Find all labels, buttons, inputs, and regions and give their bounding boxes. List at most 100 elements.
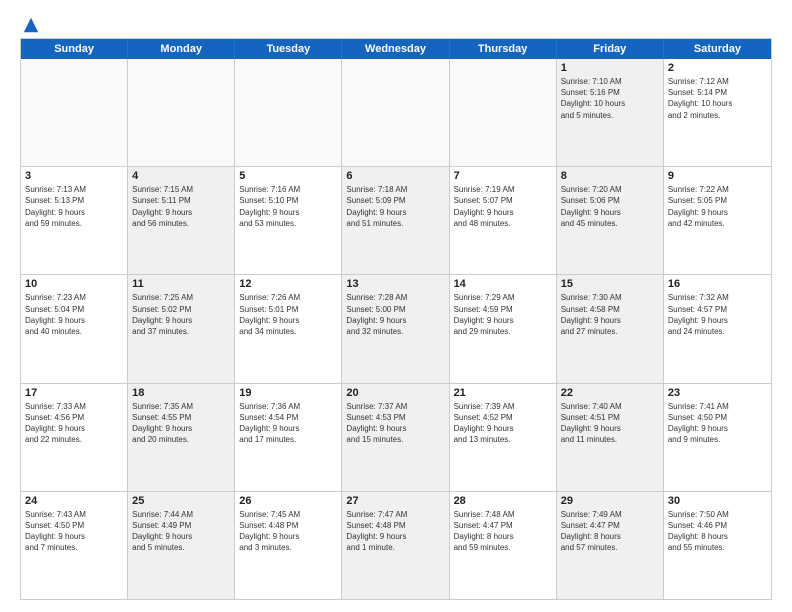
day-info: Sunrise: 7:40 AM Sunset: 4:51 PM Dayligh… (561, 401, 659, 446)
day-info: Sunrise: 7:41 AM Sunset: 4:50 PM Dayligh… (668, 401, 767, 446)
day-info: Sunrise: 7:16 AM Sunset: 5:10 PM Dayligh… (239, 184, 337, 229)
day-number: 5 (239, 170, 337, 182)
day-info: Sunrise: 7:37 AM Sunset: 4:53 PM Dayligh… (346, 401, 444, 446)
day-number: 15 (561, 278, 659, 290)
logo-text (20, 16, 40, 34)
calendar-cell-empty-2 (235, 59, 342, 166)
day-info: Sunrise: 7:30 AM Sunset: 4:58 PM Dayligh… (561, 292, 659, 337)
calendar-cell-29: 29 Sunrise: 7:49 AM Sunset: 4:47 PM Dayli… (557, 492, 664, 599)
day-number: 8 (561, 170, 659, 182)
calendar-cell-2: 2Sunrise: 7:12 AM Sunset: 5:14 PM Daylig… (664, 59, 771, 166)
header-day-tuesday: Tuesday (235, 39, 342, 59)
day-number: 30 (668, 495, 767, 507)
header-day-monday: Monday (128, 39, 235, 59)
day-number: 12 (239, 278, 337, 290)
day-info: Sunrise: 7:25 AM Sunset: 5:02 PM Dayligh… (132, 292, 230, 337)
calendar-cell-18: 18Sunrise: 7:35 AM Sunset: 4:55 PM Dayli… (128, 384, 235, 491)
calendar-row-5: 24 Sunrise: 7:43 AM Sunset: 4:50 PM Dayli… (21, 492, 771, 599)
calendar-cell-11: 11 Sunrise: 7:25 AM Sunset: 5:02 PM Dayli… (128, 275, 235, 382)
day-number: 27 (346, 495, 444, 507)
calendar-cell-8: 8 Sunrise: 7:20 AM Sunset: 5:06 PM Daylig… (557, 167, 664, 274)
calendar-cell-24: 24 Sunrise: 7:43 AM Sunset: 4:50 PM Dayli… (21, 492, 128, 599)
calendar-cell-13: 13 Sunrise: 7:28 AM Sunset: 5:00 PM Dayli… (342, 275, 449, 382)
page: SundayMondayTuesdayWednesdayThursdayFrid… (0, 0, 792, 612)
day-number: 22 (561, 387, 659, 399)
calendar-cell-empty-0 (21, 59, 128, 166)
day-number: 19 (239, 387, 337, 399)
day-info: Sunrise: 7:47 AM Sunset: 4:48 PM Dayligh… (346, 509, 444, 554)
calendar-body: 1 Sunrise: 7:10 AM Sunset: 5:16 PM Daylig… (21, 59, 771, 599)
day-number: 13 (346, 278, 444, 290)
calendar-cell-16: 16 Sunrise: 7:32 AM Sunset: 4:57 PM Dayli… (664, 275, 771, 382)
day-info: Sunrise: 7:35 AM Sunset: 4:55 PM Dayligh… (132, 401, 230, 446)
day-info: Sunrise: 7:29 AM Sunset: 4:59 PM Dayligh… (454, 292, 552, 337)
day-info: Sunrise: 7:50 AM Sunset: 4:46 PM Dayligh… (668, 509, 767, 554)
day-number: 7 (454, 170, 552, 182)
header-day-friday: Friday (557, 39, 664, 59)
day-info: Sunrise: 7:39 AM Sunset: 4:52 PM Dayligh… (454, 401, 552, 446)
header-day-saturday: Saturday (664, 39, 771, 59)
calendar-cell-12: 12 Sunrise: 7:26 AM Sunset: 5:01 PM Dayli… (235, 275, 342, 382)
calendar-cell-20: 20Sunrise: 7:37 AM Sunset: 4:53 PM Dayli… (342, 384, 449, 491)
day-number: 28 (454, 495, 552, 507)
day-info: Sunrise: 7:12 AM Sunset: 5:14 PM Dayligh… (668, 76, 767, 121)
day-info: Sunrise: 7:10 AM Sunset: 5:16 PM Dayligh… (561, 76, 659, 121)
day-number: 14 (454, 278, 552, 290)
day-info: Sunrise: 7:45 AM Sunset: 4:48 PM Dayligh… (239, 509, 337, 554)
day-number: 25 (132, 495, 230, 507)
header-day-sunday: Sunday (21, 39, 128, 59)
day-info: Sunrise: 7:20 AM Sunset: 5:06 PM Dayligh… (561, 184, 659, 229)
day-info: Sunrise: 7:36 AM Sunset: 4:54 PM Dayligh… (239, 401, 337, 446)
day-info: Sunrise: 7:32 AM Sunset: 4:57 PM Dayligh… (668, 292, 767, 337)
day-info: Sunrise: 7:33 AM Sunset: 4:56 PM Dayligh… (25, 401, 123, 446)
calendar-cell-26: 26 Sunrise: 7:45 AM Sunset: 4:48 PM Dayli… (235, 492, 342, 599)
day-number: 11 (132, 278, 230, 290)
calendar-cell-30: 30 Sunrise: 7:50 AM Sunset: 4:46 PM Dayli… (664, 492, 771, 599)
day-info: Sunrise: 7:22 AM Sunset: 5:05 PM Dayligh… (668, 184, 767, 229)
day-number: 9 (668, 170, 767, 182)
day-info: Sunrise: 7:18 AM Sunset: 5:09 PM Dayligh… (346, 184, 444, 229)
logo (20, 16, 40, 28)
calendar-cell-14: 14 Sunrise: 7:29 AM Sunset: 4:59 PM Dayli… (450, 275, 557, 382)
day-info: Sunrise: 7:26 AM Sunset: 5:01 PM Dayligh… (239, 292, 337, 337)
header-day-wednesday: Wednesday (342, 39, 449, 59)
calendar-cell-23: 23Sunrise: 7:41 AM Sunset: 4:50 PM Dayli… (664, 384, 771, 491)
calendar-cell-empty-1 (128, 59, 235, 166)
header (20, 16, 772, 28)
header-day-thursday: Thursday (450, 39, 557, 59)
calendar-header: SundayMondayTuesdayWednesdayThursdayFrid… (21, 39, 771, 59)
day-number: 16 (668, 278, 767, 290)
calendar-cell-empty-3 (342, 59, 449, 166)
day-number: 26 (239, 495, 337, 507)
day-info: Sunrise: 7:19 AM Sunset: 5:07 PM Dayligh… (454, 184, 552, 229)
calendar-cell-15: 15 Sunrise: 7:30 AM Sunset: 4:58 PM Dayli… (557, 275, 664, 382)
calendar-cell-1: 1 Sunrise: 7:10 AM Sunset: 5:16 PM Daylig… (557, 59, 664, 166)
calendar-cell-7: 7 Sunrise: 7:19 AM Sunset: 5:07 PM Daylig… (450, 167, 557, 274)
logo-icon (22, 16, 40, 34)
day-number: 3 (25, 170, 123, 182)
calendar-cell-27: 27 Sunrise: 7:47 AM Sunset: 4:48 PM Dayli… (342, 492, 449, 599)
day-info: Sunrise: 7:48 AM Sunset: 4:47 PM Dayligh… (454, 509, 552, 554)
day-number: 24 (25, 495, 123, 507)
day-info: Sunrise: 7:43 AM Sunset: 4:50 PM Dayligh… (25, 509, 123, 554)
calendar-cell-5: 5 Sunrise: 7:16 AM Sunset: 5:10 PM Daylig… (235, 167, 342, 274)
calendar-cell-3: 3Sunrise: 7:13 AM Sunset: 5:13 PM Daylig… (21, 167, 128, 274)
day-info: Sunrise: 7:15 AM Sunset: 5:11 PM Dayligh… (132, 184, 230, 229)
calendar-row-2: 3Sunrise: 7:13 AM Sunset: 5:13 PM Daylig… (21, 167, 771, 275)
calendar-cell-22: 22 Sunrise: 7:40 AM Sunset: 4:51 PM Dayli… (557, 384, 664, 491)
calendar-cell-10: 10Sunrise: 7:23 AM Sunset: 5:04 PM Dayli… (21, 275, 128, 382)
calendar: SundayMondayTuesdayWednesdayThursdayFrid… (20, 38, 772, 600)
calendar-row-3: 10Sunrise: 7:23 AM Sunset: 5:04 PM Dayli… (21, 275, 771, 383)
calendar-cell-9: 9 Sunrise: 7:22 AM Sunset: 5:05 PM Daylig… (664, 167, 771, 274)
day-info: Sunrise: 7:49 AM Sunset: 4:47 PM Dayligh… (561, 509, 659, 554)
day-info: Sunrise: 7:44 AM Sunset: 4:49 PM Dayligh… (132, 509, 230, 554)
day-number: 4 (132, 170, 230, 182)
day-number: 29 (561, 495, 659, 507)
day-number: 1 (561, 62, 659, 74)
calendar-cell-25: 25 Sunrise: 7:44 AM Sunset: 4:49 PM Dayli… (128, 492, 235, 599)
calendar-cell-28: 28 Sunrise: 7:48 AM Sunset: 4:47 PM Dayli… (450, 492, 557, 599)
day-number: 6 (346, 170, 444, 182)
calendar-cell-6: 6 Sunrise: 7:18 AM Sunset: 5:09 PM Daylig… (342, 167, 449, 274)
day-info: Sunrise: 7:23 AM Sunset: 5:04 PM Dayligh… (25, 292, 123, 337)
day-info: Sunrise: 7:28 AM Sunset: 5:00 PM Dayligh… (346, 292, 444, 337)
